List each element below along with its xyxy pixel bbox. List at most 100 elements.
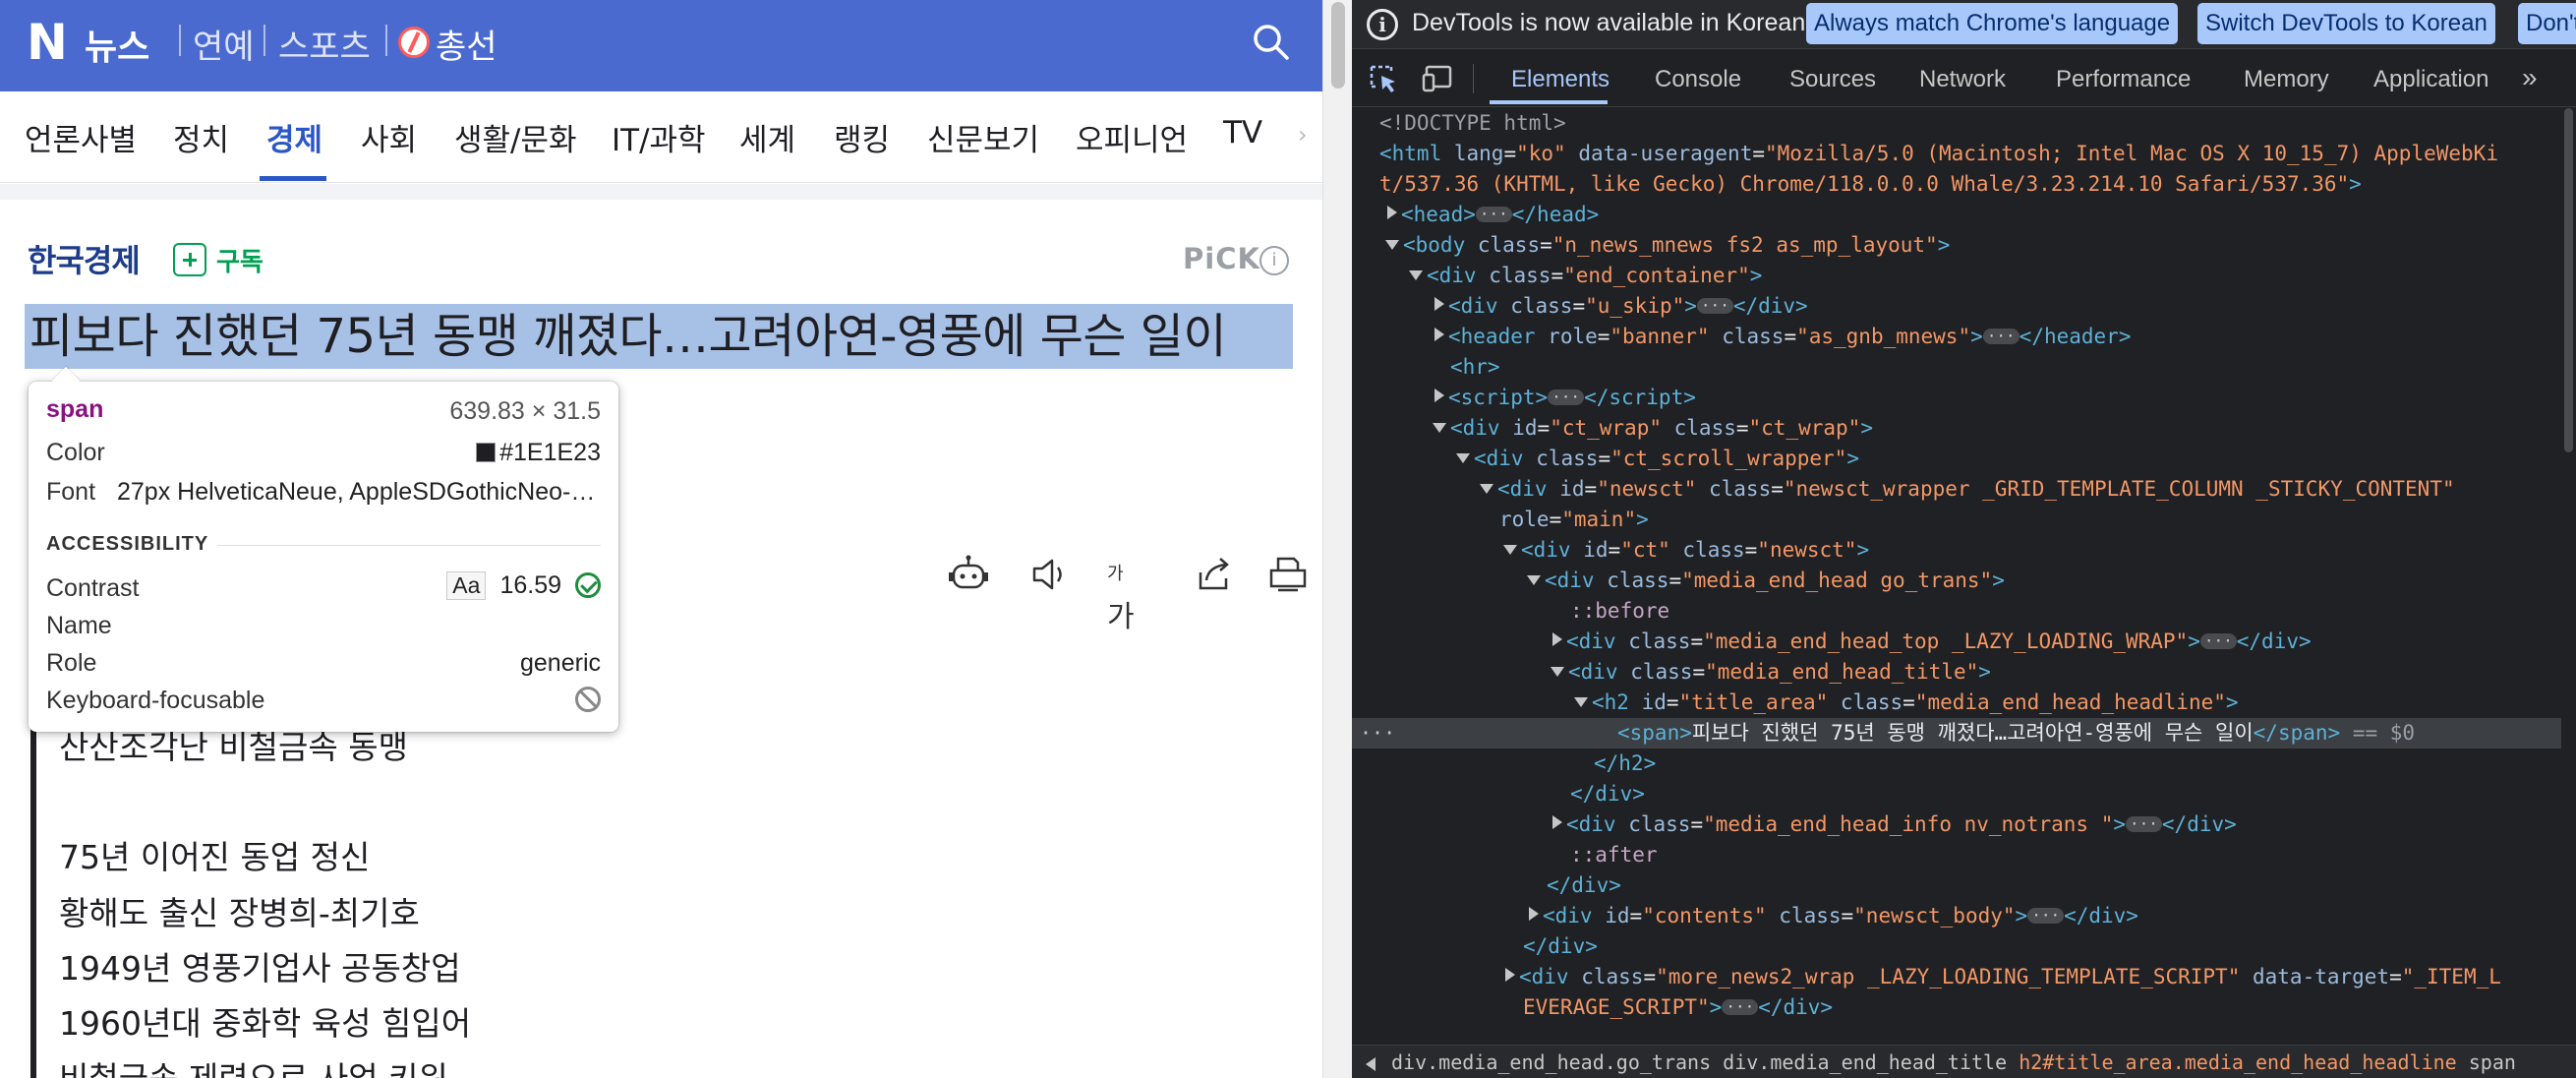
dom-line[interactable]: <div class="u_skip"> ··· </div>	[1352, 291, 2561, 322]
breadcrumb-item[interactable]: h2#title_area.media_end_head_headline	[2019, 1050, 2457, 1074]
dom-line[interactable]: </div>	[1352, 870, 2561, 901]
tooltip-tag: span	[46, 395, 104, 423]
header-divider	[385, 25, 387, 56]
dom-line[interactable]: </div>	[1352, 931, 2561, 962]
dom-line-selected[interactable]: ··· <span>피보다 진했던 75년 동맹 깨졌다…고려아연-영풍에 무슨 …	[1352, 718, 2561, 749]
dom-line[interactable]: <body class="n_news_mnews fs2 as_mp_layo…	[1352, 230, 2561, 261]
tooltip-contrast-label: Contrast	[46, 574, 140, 602]
nav-item-ranking[interactable]: 랭킹	[834, 115, 890, 159]
pick-badge: PiCK	[1183, 242, 1260, 275]
dom-line[interactable]: <div class="media_end_head_top _LAZY_LOA…	[1352, 627, 2561, 657]
dom-line[interactable]: <div class="ct_scroll_wrapper">	[1352, 444, 2561, 474]
robot-icon[interactable]	[947, 553, 990, 596]
nav-item-politics[interactable]: 정치	[173, 115, 229, 159]
dom-line[interactable]: <div id="contents" class="newsct_body"> ·…	[1352, 901, 2561, 931]
check-icon	[575, 572, 601, 598]
dom-line[interactable]: <head> ··· </head>	[1352, 200, 2561, 230]
tab-sources[interactable]: Sources	[1789, 66, 1876, 93]
nav-active-indicator	[260, 176, 326, 181]
tab-network[interactable]: Network	[1919, 66, 2006, 93]
dom-line[interactable]: </div>	[1352, 779, 2561, 809]
dom-line[interactable]: EVERAGE_SCRIPT"> ··· </div>	[1352, 992, 2561, 1023]
dom-line[interactable]: <header role="banner" class="as_gnb_mnew…	[1352, 322, 2561, 352]
summary-line: 1949년 영풍기업사 공동창업	[59, 949, 461, 988]
dom-tree-scrollbar-thumb[interactable]	[2564, 108, 2573, 452]
share-icon[interactable]	[1193, 553, 1236, 596]
breadcrumb-back-icon[interactable]	[1366, 1057, 1376, 1071]
tab-application[interactable]: Application	[2373, 66, 2488, 93]
nav-item-by-press[interactable]: 언론사별	[25, 115, 137, 159]
print-icon[interactable]	[1266, 553, 1310, 596]
device-toolbar-icon[interactable]	[1421, 63, 1454, 94]
selected-node-ref: == $0	[2352, 721, 2416, 745]
page-scrollbar[interactable]	[1322, 0, 1352, 1078]
dom-line[interactable]: <div class="media_end_head go_trans">	[1352, 566, 2561, 596]
breadcrumb-item[interactable]: div.media_end_head_title	[1723, 1050, 2007, 1074]
nav-item-it-science[interactable]: IT/과학	[612, 115, 706, 159]
dom-line[interactable]: <script> ··· </script>	[1352, 383, 2561, 413]
tab-elements[interactable]: Elements	[1511, 66, 1610, 93]
nav-item-economy[interactable]: 경제	[266, 115, 322, 159]
nav-item-newspaper[interactable]: 신문보기	[927, 115, 1039, 159]
naver-logo[interactable]: N	[27, 14, 68, 71]
devtools-panel: i DevTools is now available in Korean! A…	[1352, 0, 2576, 1078]
dom-line[interactable]: <div class="more_news2_wrap _LAZY_LOADIN…	[1352, 962, 2561, 992]
dom-line[interactable]: <div id="ct_wrap" class="ct_wrap">	[1352, 413, 2561, 444]
dom-line[interactable]: <h2 id="title_area" class="media_end_hea…	[1352, 688, 2561, 718]
dom-line[interactable]: t/537.36 (KHTML, like Gecko) Chrome/118.…	[1352, 169, 2561, 200]
nav-item-tv[interactable]: TV	[1223, 115, 1262, 150]
header-link-sports[interactable]: 스포츠	[278, 20, 371, 68]
dom-line[interactable]: <div class="media_end_head_info nv_notra…	[1352, 809, 2561, 840]
tooltip-contrast-value: Aa 16.59	[446, 571, 601, 600]
breadcrumb-item[interactable]: span	[2469, 1050, 2516, 1074]
tooltip-dimensions: 639.83 × 31.5	[449, 397, 601, 425]
news-header: N 뉴스 연예 스포츠 총선	[0, 0, 1322, 91]
info-icon[interactable]: i	[1259, 246, 1289, 275]
news-home-link[interactable]: 뉴스	[85, 19, 149, 70]
category-nav: 언론사별 정치 경제 사회 생활/문화 IT/과학 세계 랭킹 신문보기 오피니…	[0, 91, 1322, 183]
dom-line[interactable]: ::before	[1352, 596, 2561, 627]
nav-item-society[interactable]: 사회	[361, 115, 417, 159]
breadcrumb-item[interactable]: div.media_end_head.go_trans	[1391, 1050, 1711, 1074]
dont-show-again-button[interactable]: Don't	[2518, 3, 2576, 44]
tooltip-accessibility-heading: ACCESSIBILITY	[46, 533, 209, 555]
dom-line[interactable]: role="main">	[1352, 505, 2561, 535]
tooltip-role-value: generic	[520, 649, 601, 677]
tab-console[interactable]: Console	[1655, 66, 1741, 93]
font-size-small: 가	[1107, 564, 1124, 584]
header-link-election[interactable]: 총선	[436, 20, 498, 68]
more-tabs-icon[interactable]: »	[2522, 62, 2538, 93]
page-scrollbar-thumb[interactable]	[1331, 2, 1345, 89]
election-icon[interactable]	[398, 27, 430, 58]
dom-line[interactable]: <div class="end_container">	[1352, 261, 2561, 291]
search-icon[interactable]	[1251, 22, 1290, 61]
not-focusable-icon	[575, 687, 601, 719]
dom-tree-scrollbar[interactable]	[2561, 108, 2576, 1033]
inspect-element-icon[interactable]	[1368, 63, 1401, 94]
ban-icon	[575, 687, 601, 712]
tab-performance[interactable]: Performance	[2056, 66, 2191, 93]
node-actions-icon[interactable]: ···	[1360, 718, 1395, 749]
dom-line[interactable]: <div id="newsct" class="newsct_wrapper _…	[1352, 474, 2561, 505]
switch-to-korean-button[interactable]: Switch DevTools to Korean	[2197, 3, 2495, 44]
header-link-entertainment[interactable]: 연예	[193, 20, 255, 68]
subscribe-button[interactable]: 구독	[173, 242, 263, 277]
press-name[interactable]: 한국경제	[28, 236, 141, 281]
nav-item-world[interactable]: 세계	[739, 115, 795, 159]
dom-line[interactable]: <div id="ct" class="newsct">	[1352, 535, 2561, 566]
always-match-language-button[interactable]: Always match Chrome's language	[1806, 3, 2179, 44]
nav-item-life-culture[interactable]: 생활/문화	[454, 115, 577, 159]
tab-memory[interactable]: Memory	[2244, 66, 2329, 93]
summary-line: 비철금속 제련으로 사업 키워	[59, 1052, 448, 1078]
dom-line[interactable]: <!DOCTYPE html>	[1352, 108, 2561, 139]
font-size-icon[interactable]: 가가	[1107, 553, 1150, 634]
nav-scroll-right-icon[interactable]: ›	[1298, 121, 1308, 149]
dom-line[interactable]: ::after	[1352, 840, 2561, 870]
dom-line[interactable]: </h2>	[1352, 749, 2561, 779]
color-swatch	[476, 443, 497, 462]
dom-line[interactable]: <div class="media_end_head_title">	[1352, 657, 2561, 688]
speaker-icon[interactable]	[1028, 553, 1072, 596]
nav-item-opinion[interactable]: 오피니언	[1076, 115, 1188, 159]
dom-line[interactable]: <hr>	[1352, 352, 2561, 383]
dom-line[interactable]: <html lang="ko" data-useragent="Mozilla/…	[1352, 139, 2561, 169]
